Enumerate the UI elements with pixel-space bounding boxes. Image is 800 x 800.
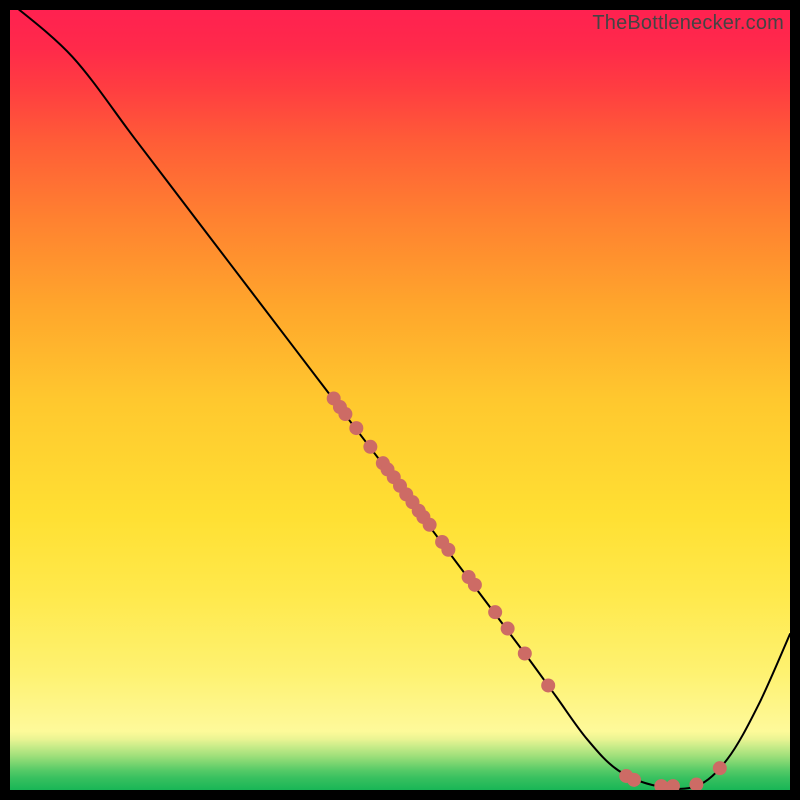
- chart-stage: TheBottlenecker.com: [0, 0, 800, 800]
- data-point: [666, 779, 680, 790]
- data-point: [501, 622, 515, 636]
- data-point: [541, 678, 555, 692]
- data-point: [423, 518, 437, 532]
- plot-area: [10, 10, 790, 790]
- data-point: [627, 773, 641, 787]
- data-point: [349, 421, 363, 435]
- data-point: [689, 778, 703, 790]
- data-point: [441, 543, 455, 557]
- data-point: [713, 761, 727, 775]
- data-point: [363, 440, 377, 454]
- data-point: [488, 605, 502, 619]
- bottleneck-curve-path: [10, 10, 790, 789]
- watermark-text: TheBottlenecker.com: [592, 12, 784, 35]
- data-point: [338, 407, 352, 421]
- curve-svg: [10, 10, 790, 790]
- data-point: [518, 647, 532, 661]
- scatter-points-group: [327, 391, 727, 790]
- data-point: [468, 578, 482, 592]
